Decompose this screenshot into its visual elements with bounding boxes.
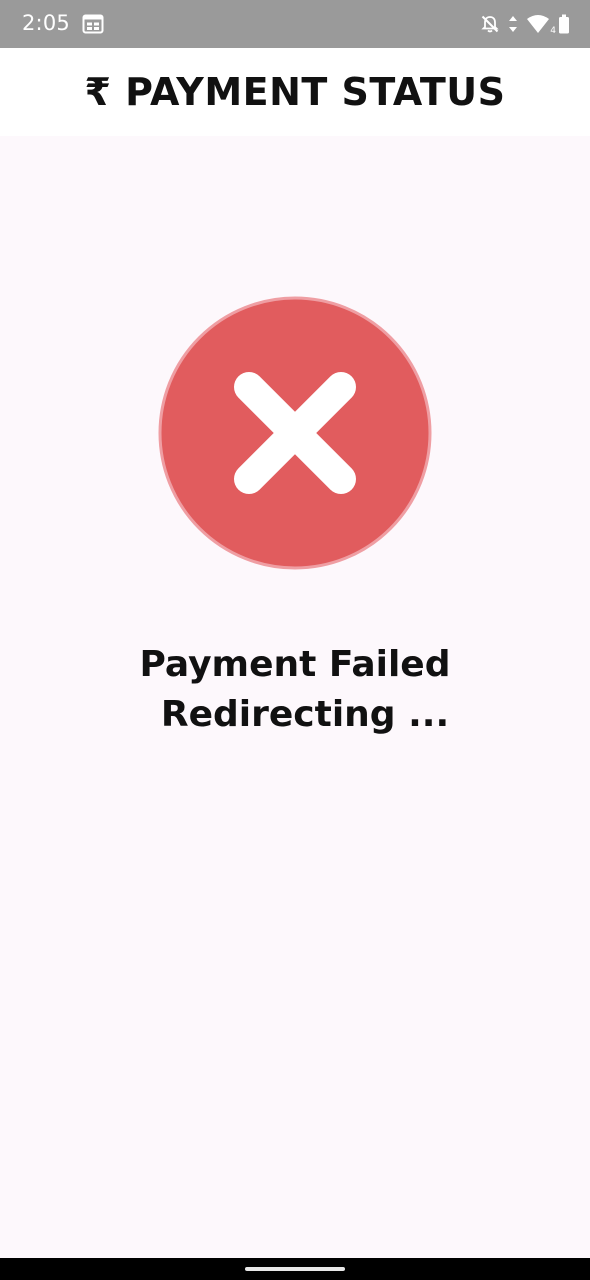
notifications-off-icon — [480, 14, 500, 34]
page-title: ₹ PAYMENT STATUS — [84, 70, 506, 114]
wifi-icon: 4 — [526, 14, 556, 36]
status-message-title: Payment Failed — [139, 644, 451, 685]
status-time: 2:05 — [22, 11, 70, 35]
navigation-bar — [0, 1258, 590, 1280]
payment-status-content: Payment Failed Redirecting ... — [0, 136, 590, 1258]
app-header: ₹ PAYMENT STATUS — [0, 48, 590, 136]
wifi-badge: 4 — [550, 26, 556, 36]
home-gesture-handle[interactable] — [245, 1267, 345, 1271]
battery-icon — [558, 14, 570, 34]
calendar-app-icon — [82, 14, 104, 34]
data-arrows-icon — [508, 15, 518, 33]
close-icon — [158, 296, 432, 570]
status-icons: 4 — [480, 12, 570, 36]
status-bar: 2:05 4 — [0, 0, 590, 48]
status-message-subtitle: Redirecting ... — [160, 694, 450, 735]
status-message: Payment Failed Redirecting ... — [0, 640, 590, 740]
